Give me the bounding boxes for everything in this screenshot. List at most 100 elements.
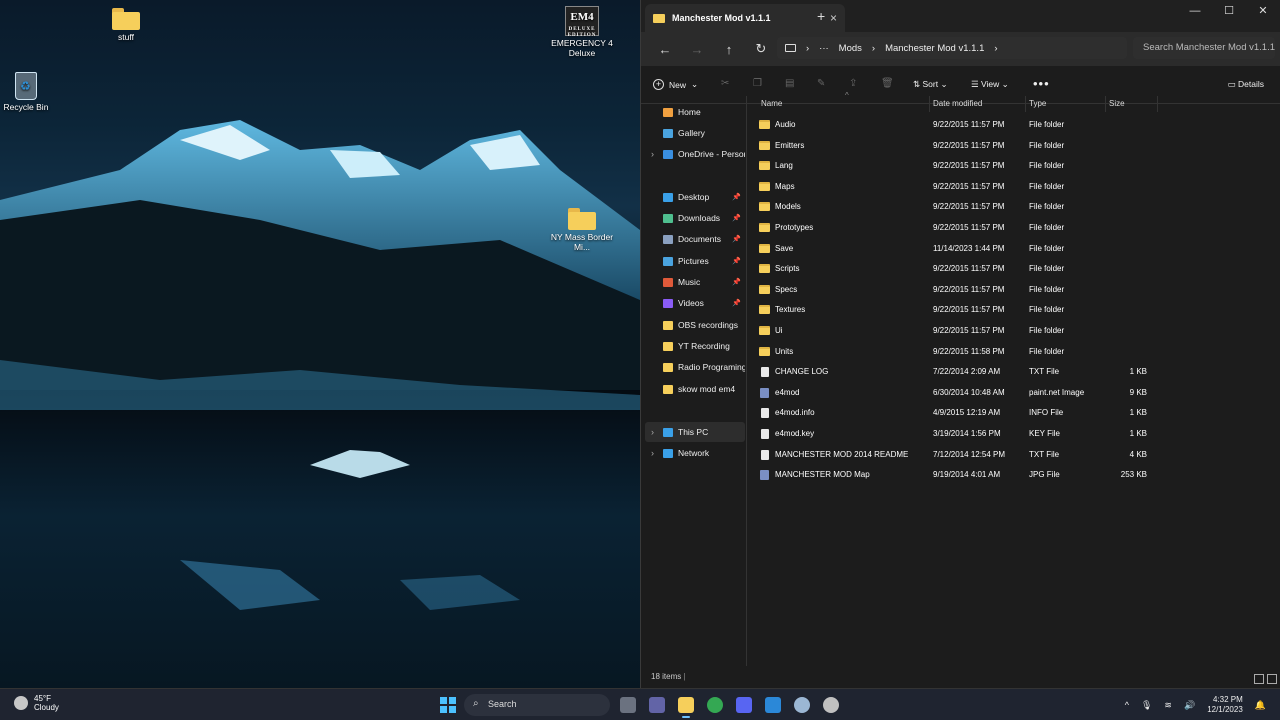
minimize-button[interactable]: — [1178, 0, 1212, 22]
details-view-toggle[interactable] [1254, 674, 1264, 684]
file-row[interactable]: Ui 9/22/2015 11:57 PM File folder [755, 321, 1265, 341]
file-row[interactable]: Models 9/22/2015 11:57 PM File folder [755, 197, 1265, 217]
task-view-icon[interactable] [620, 697, 636, 713]
file-date: 9/22/2015 11:57 PM [933, 284, 1005, 294]
cut-icon[interactable]: ✂ [721, 78, 729, 89]
microphone-icon[interactable]: 🎙 [1141, 700, 1152, 711]
notification-bell-icon[interactable]: 🔔 [1255, 700, 1266, 711]
new-tab-button[interactable]: + [817, 8, 825, 24]
file-row[interactable]: MANCHESTER MOD 2014 README 7/12/2014 12:5… [755, 445, 1265, 465]
share-icon[interactable]: ⇪ [849, 78, 857, 89]
weather-widget[interactable]: 45°F Cloudy [14, 694, 59, 712]
file-row[interactable]: e4mod.key 3/19/2014 1:56 PM KEY File 1 KB [755, 424, 1265, 444]
column-header-date[interactable]: Date modified [933, 99, 982, 108]
copy-icon[interactable]: ❐ [753, 78, 762, 89]
nav-item-network[interactable]: › Network [645, 443, 745, 463]
more-crumbs-icon[interactable]: ··· [819, 43, 829, 54]
file-row[interactable]: CHANGE LOG 7/22/2014 2:09 AM TXT File 1 KB [755, 362, 1265, 382]
desktop-icon-recycle-bin[interactable]: ♻ Recycle Bin [0, 72, 66, 112]
file-date: 9/22/2015 11:57 PM [933, 223, 1005, 232]
nav-item-this-pc[interactable]: › This PC [645, 422, 745, 442]
nav-item-pictures[interactable]: Pictures 📌 [645, 251, 745, 271]
nav-item-radio-programing[interactable]: Radio Programing [645, 357, 745, 377]
file-row[interactable]: e4mod.info 4/9/2015 12:19 AM INFO File 1 KB [755, 403, 1265, 423]
file-explorer-icon[interactable] [678, 697, 694, 718]
file-date: 9/22/2015 11:57 PM [933, 264, 1005, 274]
rename-icon[interactable]: ✎ [817, 78, 825, 89]
file-date: 9/22/2015 11:57 PM [933, 202, 1005, 212]
details-button[interactable]: ▭ Details [1228, 79, 1264, 90]
file-row[interactable]: Emitters 9/22/2015 11:57 PM File folder [755, 136, 1265, 156]
teams-icon[interactable] [649, 697, 665, 713]
file-date: 9/22/2015 11:57 PM [933, 140, 1005, 150]
column-header-name[interactable]: Name [761, 99, 782, 108]
breadcrumb-item[interactable]: Mods [839, 43, 862, 54]
weather-cloud-icon [14, 696, 28, 710]
desktop-icon-stuff[interactable]: stuff [86, 8, 166, 42]
file-row[interactable]: Units 9/22/2015 11:58 PM File folder [755, 342, 1265, 362]
chevron-right-icon[interactable]: › [651, 448, 654, 458]
forward-button[interactable]: → [681, 42, 713, 57]
close-tab-icon[interactable]: × [830, 11, 837, 25]
nav-item-home[interactable]: Home [645, 102, 745, 122]
chevron-right-icon[interactable]: › [651, 149, 654, 159]
sort-button[interactable]: ⇅ Sort ⌄ [913, 79, 948, 90]
pin-icon: 📌 [732, 215, 741, 222]
file-row[interactable]: MANCHESTER MOD Map 9/19/2014 4:01 AM JPG F… [755, 465, 1265, 485]
nav-item-yt-recording[interactable]: YT Recording [645, 336, 745, 356]
view-button[interactable]: ☰ View ⌄ [971, 79, 1009, 90]
desktop-icon-ny-mass[interactable]: NY Mass Border Mi... [542, 208, 622, 252]
steam-icon[interactable] [794, 697, 810, 713]
file-size: 9 KB [1129, 387, 1147, 397]
file-row[interactable]: Audio 9/22/2015 11:57 PM File folder [755, 115, 1265, 135]
more-options-button[interactable]: ••• [1033, 76, 1050, 91]
calendar-icon[interactable] [765, 697, 781, 713]
delete-icon[interactable]: 🗑 [881, 78, 894, 89]
breadcrumb[interactable]: › ··· Mods › Manchester Mod v1.1.1 › [777, 37, 1127, 59]
paste-icon[interactable]: ▤ [785, 78, 794, 89]
file-name: MANCHESTER MOD 2014 README [775, 449, 909, 459]
obs-icon[interactable] [823, 697, 839, 713]
pin-icon: 📌 [732, 258, 741, 265]
file-row[interactable]: Textures 9/22/2015 11:57 PM File folder [755, 300, 1265, 320]
nav-item-gallery[interactable]: Gallery [645, 123, 745, 143]
clock[interactable]: 4:32 PM 12/1/2023 [1207, 695, 1243, 715]
nav-item-desktop[interactable]: Desktop 📌 [645, 187, 745, 207]
discord-icon[interactable] [736, 697, 752, 713]
volume-icon[interactable]: 🔊 [1184, 700, 1195, 711]
breadcrumb-item[interactable]: Manchester Mod v1.1.1 [885, 43, 984, 54]
file-row[interactable]: Lang 9/22/2015 11:57 PM File folder [755, 156, 1265, 176]
nav-item-videos[interactable]: Videos 📌 [645, 293, 745, 313]
start-button[interactable] [440, 697, 456, 713]
desktop-icon-emergency4[interactable]: EM4 DELUXE EDITION EMERGENCY 4 Deluxe [542, 6, 622, 58]
nav-item-skow-mod-em4[interactable]: skow mod em4 [645, 379, 745, 399]
file-row[interactable]: Maps 9/22/2015 11:57 PM File folder [755, 177, 1265, 197]
close-button[interactable]: ✕ [1246, 0, 1280, 22]
taskbar-search[interactable]: ⌕ Search [464, 694, 610, 716]
chrome-icon[interactable] [707, 697, 723, 713]
file-row[interactable]: Prototypes 9/22/2015 11:57 PM File folder [755, 218, 1265, 238]
file-row[interactable]: Scripts 9/22/2015 11:57 PM File folder [755, 259, 1265, 279]
nav-item-onedrive-persona[interactable]: › OneDrive - Persona [645, 144, 745, 164]
tiles-view-toggle[interactable] [1267, 674, 1277, 684]
tab-manchester-mod[interactable]: Manchester Mod v1.1.1 × [645, 4, 845, 32]
search-input[interactable]: Search Manchester Mod v1.1.1 [1133, 37, 1275, 59]
nav-item-music[interactable]: Music 📌 [645, 272, 745, 292]
refresh-button[interactable]: ↻ [745, 41, 777, 57]
column-header-size[interactable]: Size [1109, 99, 1125, 108]
nav-item-downloads[interactable]: Downloads 📌 [645, 208, 745, 228]
maximize-button[interactable]: ☐ [1212, 0, 1246, 22]
new-button[interactable]: + New ⌄ [653, 79, 698, 90]
back-button[interactable]: ← [649, 42, 681, 57]
chevron-up-icon[interactable]: ^ [1125, 700, 1129, 710]
up-button[interactable]: ↑ [713, 42, 745, 57]
file-row[interactable]: Specs 9/22/2015 11:57 PM File folder [755, 280, 1265, 300]
wifi-icon[interactable]: ≋ [1164, 700, 1172, 711]
nav-item-documents[interactable]: Documents 📌 [645, 229, 745, 249]
column-header-type[interactable]: Type [1029, 99, 1046, 108]
file-row[interactable]: e4mod 6/30/2014 10:48 AM paint.net Image 9 … [755, 383, 1265, 403]
nav-item-obs-recordings[interactable]: OBS recordings [645, 315, 745, 335]
file-row[interactable]: Save 11/14/2023 1:44 PM File folder [755, 239, 1265, 259]
chevron-right-icon[interactable]: › [651, 427, 654, 437]
file-type: File folder [1029, 264, 1065, 274]
